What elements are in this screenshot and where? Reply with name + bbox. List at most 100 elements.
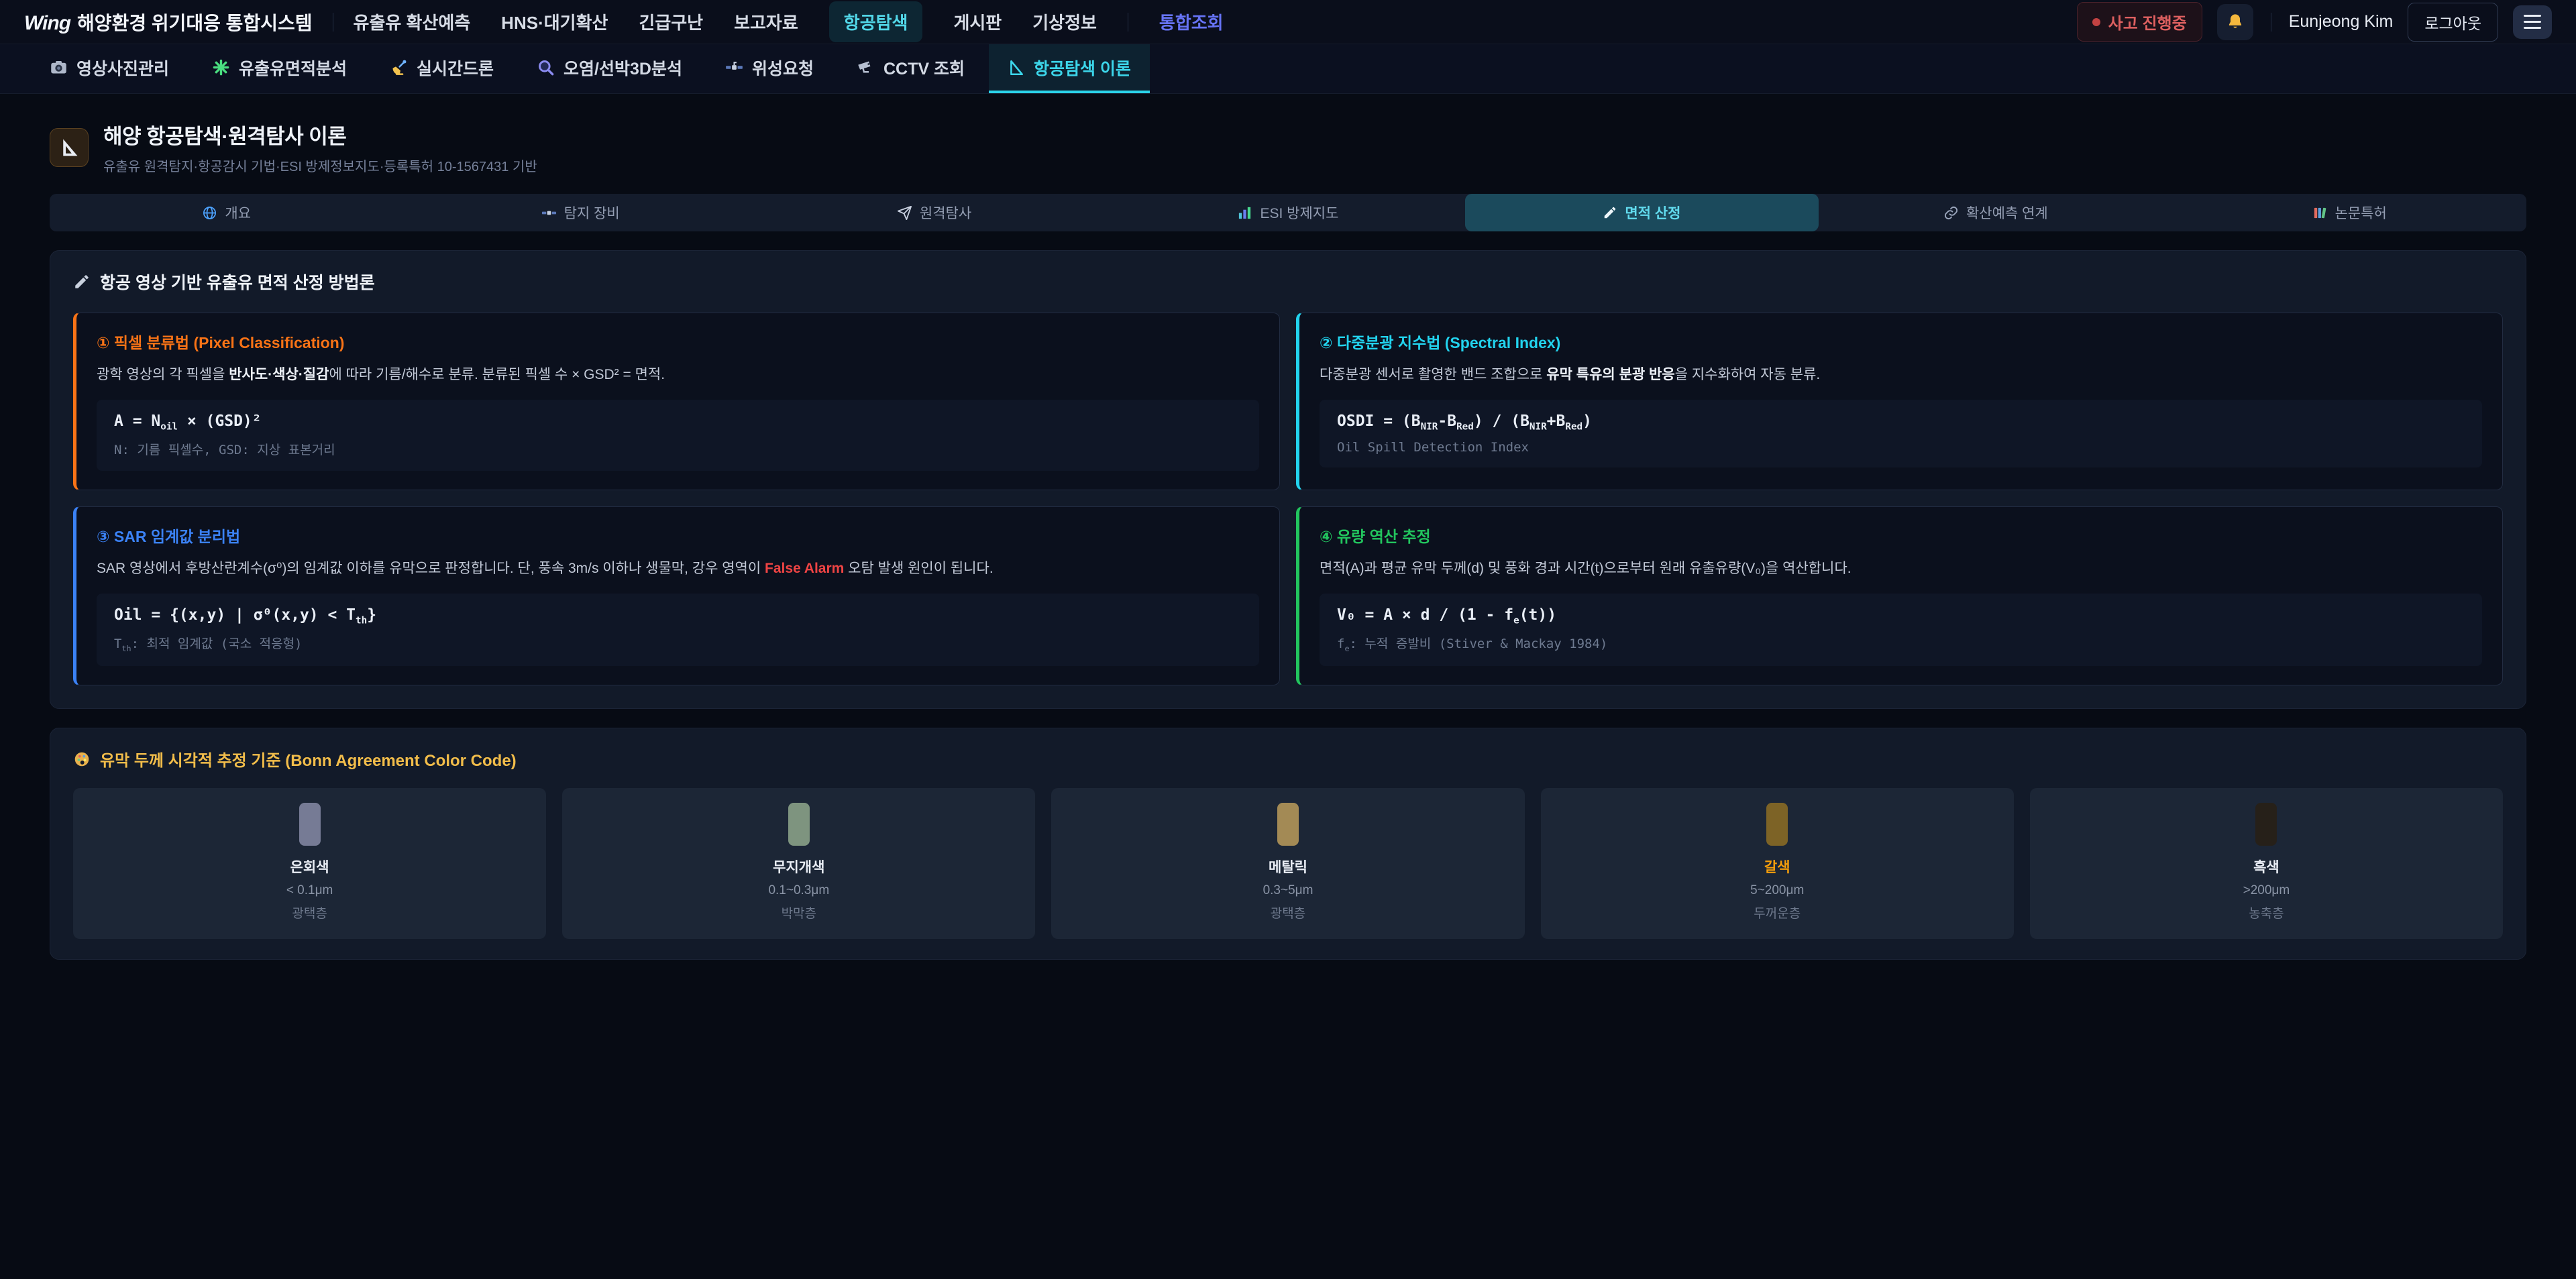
card-title: ① 픽셀 분류법 (Pixel Classification): [97, 330, 1259, 353]
incident-status-badge[interactable]: 사고 진행중: [2077, 2, 2202, 42]
formula-box: A = Noil × (GSD)² N: 기름 픽셀수, GSD: 지상 표본거…: [97, 400, 1259, 471]
status-dot-icon: [2092, 18, 2100, 26]
method-cards-grid: ① 픽셀 분류법 (Pixel Classification) 광학 영상의 각…: [73, 313, 2503, 685]
logo-mark: Wing: [24, 12, 70, 35]
false-alarm-highlight: False Alarm: [765, 561, 844, 576]
nav-item-board[interactable]: 게시판: [953, 9, 1002, 34]
bonn-section-title: 유막 두께 시각적 추정 기준 (Bonn Agreement Color Co…: [73, 747, 2503, 771]
link-icon: [1943, 205, 1959, 221]
color-chip: [2255, 803, 2277, 846]
oil-area-icon: [212, 58, 230, 76]
main-content: 해양 항공탐색·원격탐사 이론 유출유 원격탐지·항공감시 기법·ESI 방제정…: [0, 119, 2576, 960]
tab-diffusion-link[interactable]: 확산예측 연계: [1819, 194, 2172, 231]
bonn-color-code-panel: 유막 두께 시각적 추정 기준 (Bonn Agreement Color Co…: [50, 728, 2526, 960]
formula-box: OSDI = (BNIR-BRed) / (BNIR+BRed) Oil Spi…: [1320, 400, 2482, 468]
tab-papers-patents[interactable]: 논문특허: [2173, 194, 2526, 231]
satellite-icon: [541, 205, 557, 221]
card-title: ③ SAR 임계값 분리법: [97, 524, 1259, 547]
formula-caption: N: 기름 픽셀수, GSD: 지상 표본거리: [114, 440, 1242, 458]
incident-badge-label: 사고 진행중: [2108, 10, 2187, 34]
main-menu: 유출유 확산예측 HNS·대기확산 긴급구난 보고자료 항공탐색 게시판 기상정…: [354, 1, 1224, 42]
top-navbar: Wing 해양환경 위기대응 통합시스템 유출유 확산예측 HNS·대기확산 긴…: [0, 0, 2576, 44]
tab-area-estimation[interactable]: 면적 산정: [1465, 194, 1819, 231]
theory-tab-bar: 개요 탐지 장비 원격탐사 ESI 방제지도 면적: [50, 194, 2526, 231]
nav-item-emergency-rescue[interactable]: 긴급구난: [639, 9, 703, 34]
page-header: 해양 항공탐색·원격탐사 이론 유출유 원격탐지·항공감시 기법·ESI 방제정…: [50, 119, 2526, 175]
tab-overview[interactable]: 개요: [50, 194, 403, 231]
subnav-item-pollution-ship-3d[interactable]: 오염/선박3D분석: [518, 44, 701, 93]
set-square-icon: [1008, 59, 1025, 76]
method-card-pixel-classification: ① 픽셀 분류법 (Pixel Classification) 광학 영상의 각…: [73, 313, 1280, 490]
subnav-item-satellite-request[interactable]: 위성요청: [706, 44, 833, 93]
aerial-search-subnav: 영상사진관리 유출유면적분석 실시간드론 오염/선박3D분석: [0, 44, 2576, 94]
nav-item-hns-diffusion[interactable]: HNS·대기확산: [501, 9, 608, 34]
app-logo[interactable]: Wing 해양환경 위기대응 통합시스템: [24, 9, 313, 36]
page-title: 해양 항공탐색·원격탐사 이론: [103, 119, 537, 150]
satellite-icon: [725, 58, 743, 76]
swatch-card-brown: 갈색 5~200μm 두꺼운층: [1541, 788, 2014, 939]
card-title: ④ 유량 역산 추정: [1320, 524, 2482, 547]
bell-icon: [2226, 13, 2245, 32]
nav-item-spill-forecast[interactable]: 유출유 확산예측: [354, 9, 471, 34]
card-body: 다중분광 센서로 촬영한 밴드 조합으로 유막 특유의 분광 반응을 지수화하여…: [1320, 364, 2482, 386]
pencil-icon: [1603, 205, 1617, 220]
color-chip: [788, 803, 810, 846]
globe-icon: [202, 205, 217, 221]
hamburger-icon: [2524, 15, 2541, 17]
method-card-volume-estimation: ④ 유량 역산 추정 면적(A)과 평균 유막 두께(d) 및 풍화 경과 시간…: [1296, 506, 2503, 685]
bonn-swatch-row: 은회색 < 0.1μm 광택층 무지개색 0.1~0.3μm 박막층 메탈릭 0…: [73, 788, 2503, 939]
swatch-card-black: 흑색 >200μm 농축층: [2030, 788, 2503, 939]
formula: OSDI = (BNIR-BRed) / (BNIR+BRed): [1337, 412, 2465, 433]
formula: Oil = {(x,y) | σ⁰(x,y) < Tth}: [114, 606, 1242, 626]
subnav-item-realtime-drone[interactable]: 실시간드론: [371, 44, 513, 93]
subnav-item-cctv[interactable]: CCTV 조회: [838, 44, 983, 93]
pencil-icon: [73, 273, 91, 290]
method-card-sar-threshold: ③ SAR 임계값 분리법 SAR 영상에서 후방산란계수(σ⁰)의 임계값 이…: [73, 506, 1280, 685]
cctv-icon: [857, 58, 875, 76]
palette-icon: [73, 750, 91, 768]
swatch-card-metallic: 메탈릭 0.3~5μm 광택층: [1051, 788, 1524, 939]
card-body: SAR 영상에서 후방산란계수(σ⁰)의 임계값 이하를 유막으로 판정합니다.…: [97, 558, 1259, 580]
subnav-item-oil-area-analysis[interactable]: 유출유면적분석: [193, 44, 366, 93]
app-title: 해양환경 위기대응 통합시스템: [77, 9, 312, 36]
formula-caption: Tth: 최적 임계값 (국소 적응형): [114, 634, 1242, 653]
logout-button[interactable]: 로그아웃: [2408, 3, 2498, 42]
card-body: 면적(A)과 평균 유막 두께(d) 및 풍화 경과 시간(t)으로부터 원래 …: [1320, 558, 2482, 580]
tab-detection-equipment[interactable]: 탐지 장비: [403, 194, 757, 231]
formula: A = Noil × (GSD)²: [114, 412, 1242, 433]
hamburger-menu-button[interactable]: [2513, 5, 2552, 39]
nav-item-weather[interactable]: 기상정보: [1032, 9, 1097, 34]
page-subtitle: 유출유 원격탐지·항공감시 기법·ESI 방제정보지도·등록특허 10-1567…: [103, 156, 537, 175]
formula-box: V₀ = A × d / (1 - fe(t)) fe: 누적 증발비 (Sti…: [1320, 594, 2482, 666]
color-chip: [299, 803, 321, 846]
formula-caption: Oil Spill Detection Index: [1337, 440, 2465, 455]
swatch-card-rainbow: 무지개색 0.1~0.3μm 박막층: [562, 788, 1035, 939]
nav-item-integrated-search[interactable]: 통합조회: [1159, 9, 1224, 34]
color-chip: [1277, 803, 1299, 846]
formula-caption: fe: 누적 증발비 (Stiver & Mackay 1984): [1337, 634, 2465, 653]
user-name: Eunjeong Kim: [2289, 12, 2394, 32]
nav-item-aerial-search[interactable]: 항공탐색: [829, 1, 923, 42]
tab-esi-map[interactable]: ESI 방제지도: [1111, 194, 1464, 231]
page-icon: [50, 128, 89, 167]
formula-box: Oil = {(x,y) | σ⁰(x,y) < Tth} Tth: 최적 임계…: [97, 594, 1259, 666]
bar-chart-icon: [1237, 205, 1252, 221]
subnav-item-photo-management[interactable]: 영상사진관리: [31, 44, 188, 93]
notification-bell-button[interactable]: [2217, 4, 2253, 40]
methodology-panel: 항공 영상 기반 유출유 면적 산정 방법론 ① 픽셀 분류법 (Pixel C…: [50, 250, 2526, 709]
nav-item-reports[interactable]: 보고자료: [734, 9, 798, 34]
tab-remote-sensing[interactable]: 원격탐사: [757, 194, 1111, 231]
card-title: ② 다중분광 지수법 (Spectral Index): [1320, 330, 2482, 353]
swatch-card-silver-gray: 은회색 < 0.1μm 광택층: [73, 788, 546, 939]
camera-icon: [50, 58, 68, 76]
books-icon: [2312, 205, 2328, 221]
color-chip: [1766, 803, 1788, 846]
card-body: 광학 영상의 각 픽셀을 반사도·색상·질감에 따라 기름/해수로 분류. 분류…: [97, 364, 1259, 386]
subnav-item-aerial-search-theory[interactable]: 항공탐색 이론: [989, 44, 1150, 93]
magnifier-icon: [537, 58, 555, 76]
method-card-spectral-index: ② 다중분광 지수법 (Spectral Index) 다중분광 센서로 촬영한…: [1296, 313, 2503, 490]
drone-dish-icon: [390, 58, 408, 76]
set-square-icon: [59, 137, 79, 158]
plane-icon: [897, 205, 912, 221]
methodology-section-title: 항공 영상 기반 유출유 면적 산정 방법론: [73, 270, 2503, 294]
